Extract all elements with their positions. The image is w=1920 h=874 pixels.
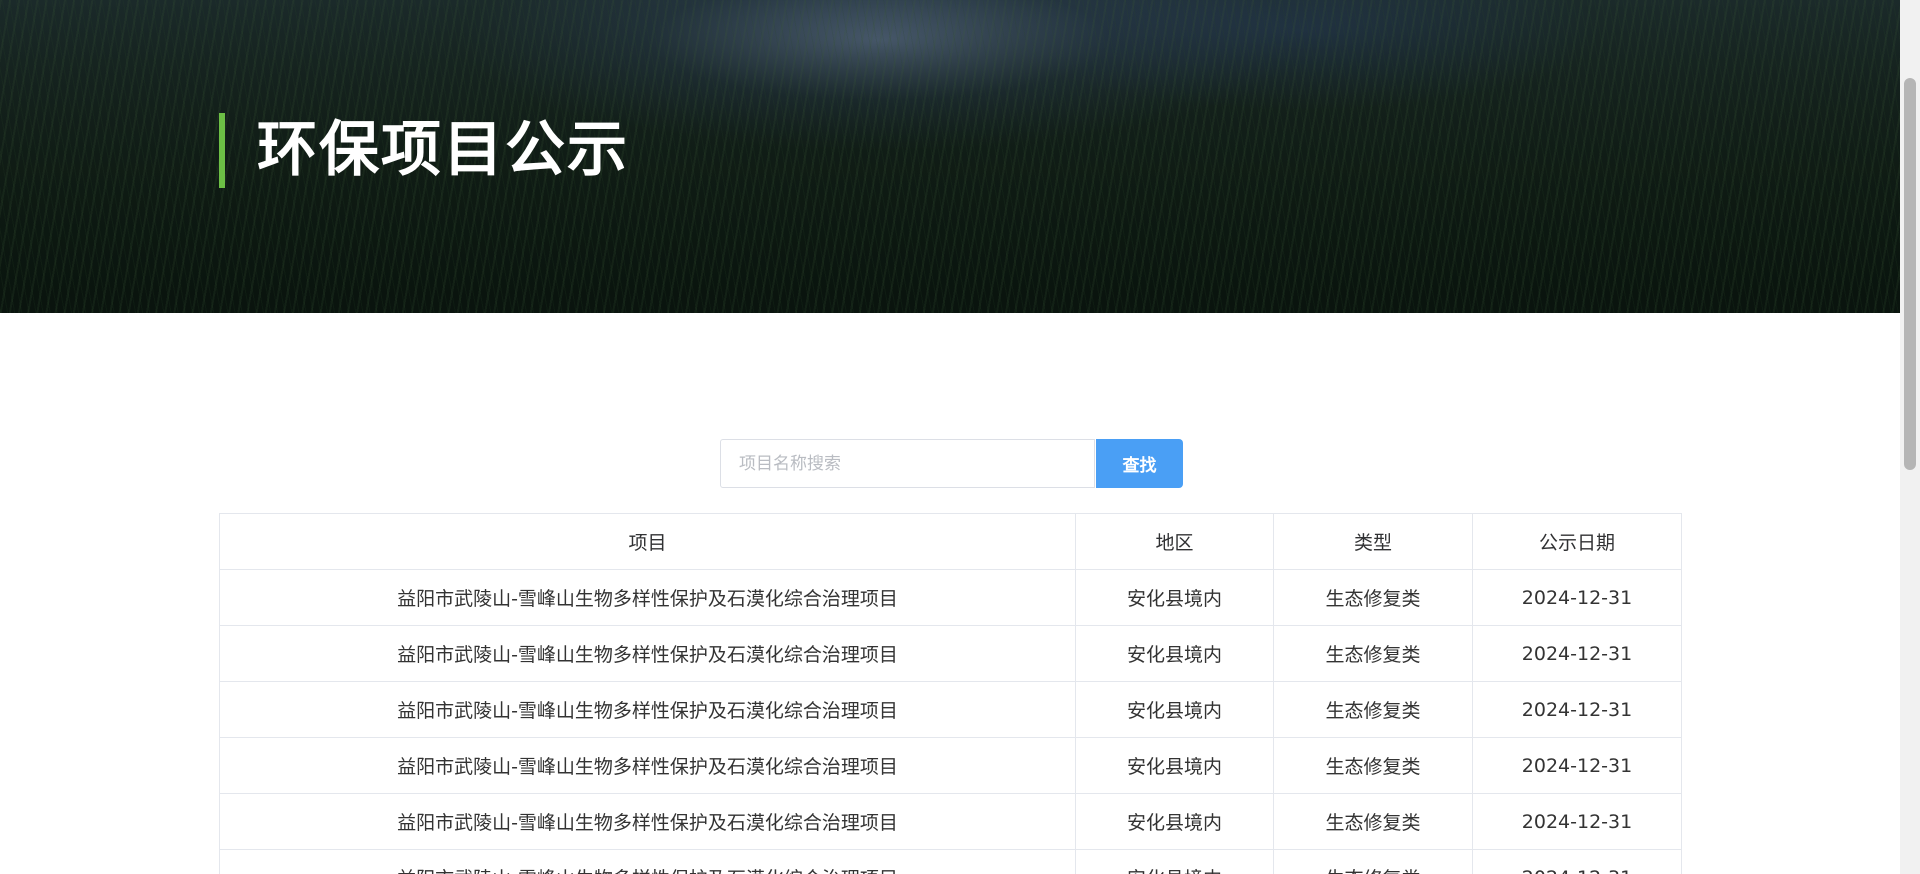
cell-date: 2024-12-31	[1472, 681, 1682, 738]
cell-project: 益阳市武陵山-雪峰山生物多样性保护及石漠化综合治理项目	[219, 681, 1076, 738]
scrollbar-thumb[interactable]	[1904, 78, 1916, 470]
cell-date: 2024-12-31	[1472, 737, 1682, 794]
cell-region: 安化县境内	[1075, 737, 1274, 794]
title-accent-bar	[219, 113, 225, 188]
cell-type: 生态修复类	[1273, 681, 1473, 738]
cell-date: 2024-12-31	[1472, 569, 1682, 626]
hero-title-group: 环保项目公示	[219, 113, 629, 188]
cell-type: 生态修复类	[1273, 737, 1473, 794]
cell-type: 生态修复类	[1273, 569, 1473, 626]
project-table: 项目 地区 类型 公示日期 益阳市武陵山-雪峰山生物多样性保护及石漠化综合治理项…	[219, 513, 1682, 874]
column-header-region: 地区	[1075, 513, 1274, 570]
cell-project: 益阳市武陵山-雪峰山生物多样性保护及石漠化综合治理项目	[219, 569, 1076, 626]
table-row[interactable]: 益阳市武陵山-雪峰山生物多样性保护及石漠化综合治理项目 安化县境内 生态修复类 …	[219, 681, 1682, 738]
cell-region: 安化县境内	[1075, 625, 1274, 682]
cell-region: 安化县境内	[1075, 849, 1274, 874]
cell-region: 安化县境内	[1075, 569, 1274, 626]
cell-type: 生态修复类	[1273, 793, 1473, 850]
page: 环保项目公示 查找 项目 地区 类型 公示日期 益阳市武陵山-雪峰山生物多样性保…	[0, 0, 1920, 874]
cell-date: 2024-12-31	[1472, 625, 1682, 682]
page-title: 环保项目公示	[257, 115, 629, 185]
table-row[interactable]: 益阳市武陵山-雪峰山生物多样性保护及石漠化综合治理项目 安化县境内 生态修复类 …	[219, 625, 1682, 682]
page-scrollbar[interactable]	[1900, 0, 1920, 874]
table-row[interactable]: 益阳市武陵山-雪峰山生物多样性保护及石漠化综合治理项目 安化县境内 生态修复类 …	[219, 849, 1682, 874]
table-row[interactable]: 益阳市武陵山-雪峰山生物多样性保护及石漠化综合治理项目 安化县境内 生态修复类 …	[219, 737, 1682, 794]
cell-project: 益阳市武陵山-雪峰山生物多样性保护及石漠化综合治理项目	[219, 793, 1076, 850]
table-row[interactable]: 益阳市武陵山-雪峰山生物多样性保护及石漠化综合治理项目 安化县境内 生态修复类 …	[219, 569, 1682, 626]
column-header-type: 类型	[1273, 513, 1473, 570]
cell-project: 益阳市武陵山-雪峰山生物多样性保护及石漠化综合治理项目	[219, 625, 1076, 682]
search-button[interactable]: 查找	[1096, 439, 1183, 488]
hero-banner: 环保项目公示	[0, 0, 1900, 313]
search-input[interactable]	[720, 439, 1095, 488]
cell-project: 益阳市武陵山-雪峰山生物多样性保护及石漠化综合治理项目	[219, 849, 1076, 874]
search-bar: 查找	[720, 439, 1183, 488]
cell-type: 生态修复类	[1273, 625, 1473, 682]
table-row[interactable]: 益阳市武陵山-雪峰山生物多样性保护及石漠化综合治理项目 安化县境内 生态修复类 …	[219, 793, 1682, 850]
cell-project: 益阳市武陵山-雪峰山生物多样性保护及石漠化综合治理项目	[219, 737, 1076, 794]
cell-region: 安化县境内	[1075, 681, 1274, 738]
column-header-project: 项目	[219, 513, 1076, 570]
table-header-row: 项目 地区 类型 公示日期	[219, 513, 1682, 570]
column-header-date: 公示日期	[1472, 513, 1682, 570]
cell-date: 2024-12-31	[1472, 849, 1682, 874]
cell-type: 生态修复类	[1273, 849, 1473, 874]
cell-region: 安化县境内	[1075, 793, 1274, 850]
project-table-container: 项目 地区 类型 公示日期 益阳市武陵山-雪峰山生物多样性保护及石漠化综合治理项…	[219, 513, 1682, 874]
cell-date: 2024-12-31	[1472, 793, 1682, 850]
